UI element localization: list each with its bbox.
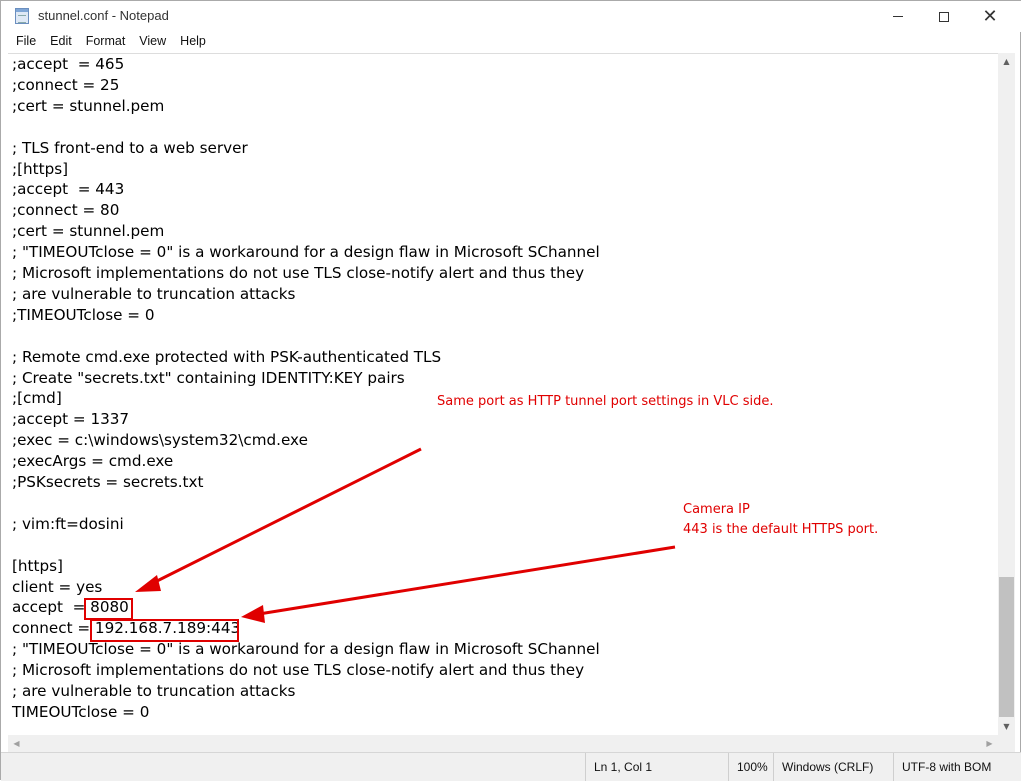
editor-line: ;PSKsecrets = secrets.txt	[12, 473, 204, 491]
editor-line: ;execArgs = cmd.exe	[12, 452, 174, 471]
vertical-scrollbar[interactable]: ▲ ▼	[998, 53, 1015, 735]
scrollbar-corner	[998, 735, 1015, 752]
vertical-scroll-thumb[interactable]	[999, 577, 1014, 717]
port-highlight-box	[84, 598, 133, 620]
horizontal-scrollbar[interactable]: ◀ ▶	[8, 735, 998, 752]
editor-line: ;connect = 25	[12, 75, 120, 94]
editor-line: ;cert = stunnel.pem	[12, 96, 165, 115]
editor-line: ;exec = c:\windows\system32\cmd.exe	[12, 431, 308, 450]
status-cursor-position: Ln 1, Col 1	[585, 753, 728, 781]
notepad-icon	[15, 8, 29, 24]
editor-line: [https]	[12, 556, 63, 575]
menu-help[interactable]: Help	[173, 32, 213, 52]
editor-line: ; Microsoft implementations do not use T…	[12, 264, 585, 282]
editor-line: TIMEOUTclose = 0	[12, 702, 150, 721]
editor-line: ; "TIMEOUTclose = 0" is a workaround for…	[12, 243, 600, 262]
port-annotation: Same port as HTTP tunnel port settings i…	[437, 394, 774, 409]
scroll-up-icon[interactable]: ▲	[998, 53, 1015, 70]
minimize-button[interactable]	[875, 1, 921, 32]
menu-view[interactable]: View	[132, 32, 173, 52]
window-title: stunnel.conf - Notepad	[38, 8, 169, 23]
editor-line: ; TLS front-end to a web server	[12, 138, 248, 157]
editor-line: ;accept = 443	[12, 180, 125, 199]
editor-line: ;connect = 80	[12, 201, 120, 220]
editor-line: ;accept = 1337	[12, 410, 130, 429]
editor-line: ;accept = 465	[12, 55, 125, 73]
menu-bar: File Edit Format View Help	[1, 32, 1021, 52]
close-icon: ✕	[982, 5, 998, 27]
editor-line: ;[https]	[12, 159, 69, 178]
maximize-icon	[939, 11, 949, 22]
scroll-left-icon[interactable]: ◀	[8, 735, 25, 752]
editor-line: ; Create "secrets.txt" containing IDENTI…	[12, 368, 405, 387]
editor-line: ; Remote cmd.exe protected with PSK-auth…	[12, 347, 442, 366]
notepad-window: stunnel.conf - Notepad ✕ File Edit Forma…	[0, 0, 1021, 781]
camera-ip-annotation: Camera IP	[683, 502, 750, 517]
status-bar: Ln 1, Col 1 100% Windows (CRLF) UTF-8 wi…	[1, 752, 1021, 781]
editor-line: ;cert = stunnel.pem	[12, 222, 165, 241]
editor-line: ; "TIMEOUTclose = 0" is a workaround for…	[12, 640, 600, 659]
status-zoom: 100%	[728, 753, 773, 781]
editor-line: ; Microsoft implementations do not use T…	[12, 661, 585, 680]
status-line-ending: Windows (CRLF)	[773, 753, 893, 781]
editor-line: ; are vulnerable to truncation attacks	[12, 682, 296, 700]
address-highlight-box	[90, 619, 239, 642]
close-button[interactable]: ✕	[967, 1, 1013, 32]
minimize-icon	[893, 16, 903, 17]
menu-file[interactable]: File	[9, 32, 43, 52]
status-encoding: UTF-8 with BOM	[893, 753, 1021, 781]
editor-line: ; vim:ft=dosini	[12, 514, 124, 533]
menu-edit[interactable]: Edit	[43, 32, 79, 52]
title-bar[interactable]: stunnel.conf - Notepad ✕	[1, 1, 1021, 32]
maximize-button[interactable]	[921, 1, 967, 32]
editor-line: client = yes	[12, 577, 103, 596]
menu-format[interactable]: Format	[79, 32, 133, 52]
scroll-right-icon[interactable]: ▶	[981, 735, 998, 752]
editor-line: ; are vulnerable to truncation attacks	[12, 284, 296, 303]
editor-line: ;TIMEOUTclose = 0	[12, 305, 155, 324]
scroll-down-icon[interactable]: ▼	[998, 718, 1015, 735]
editor-line: ;[cmd]	[12, 389, 62, 408]
https-port-annotation: 443 is the default HTTPS port.	[683, 522, 879, 537]
